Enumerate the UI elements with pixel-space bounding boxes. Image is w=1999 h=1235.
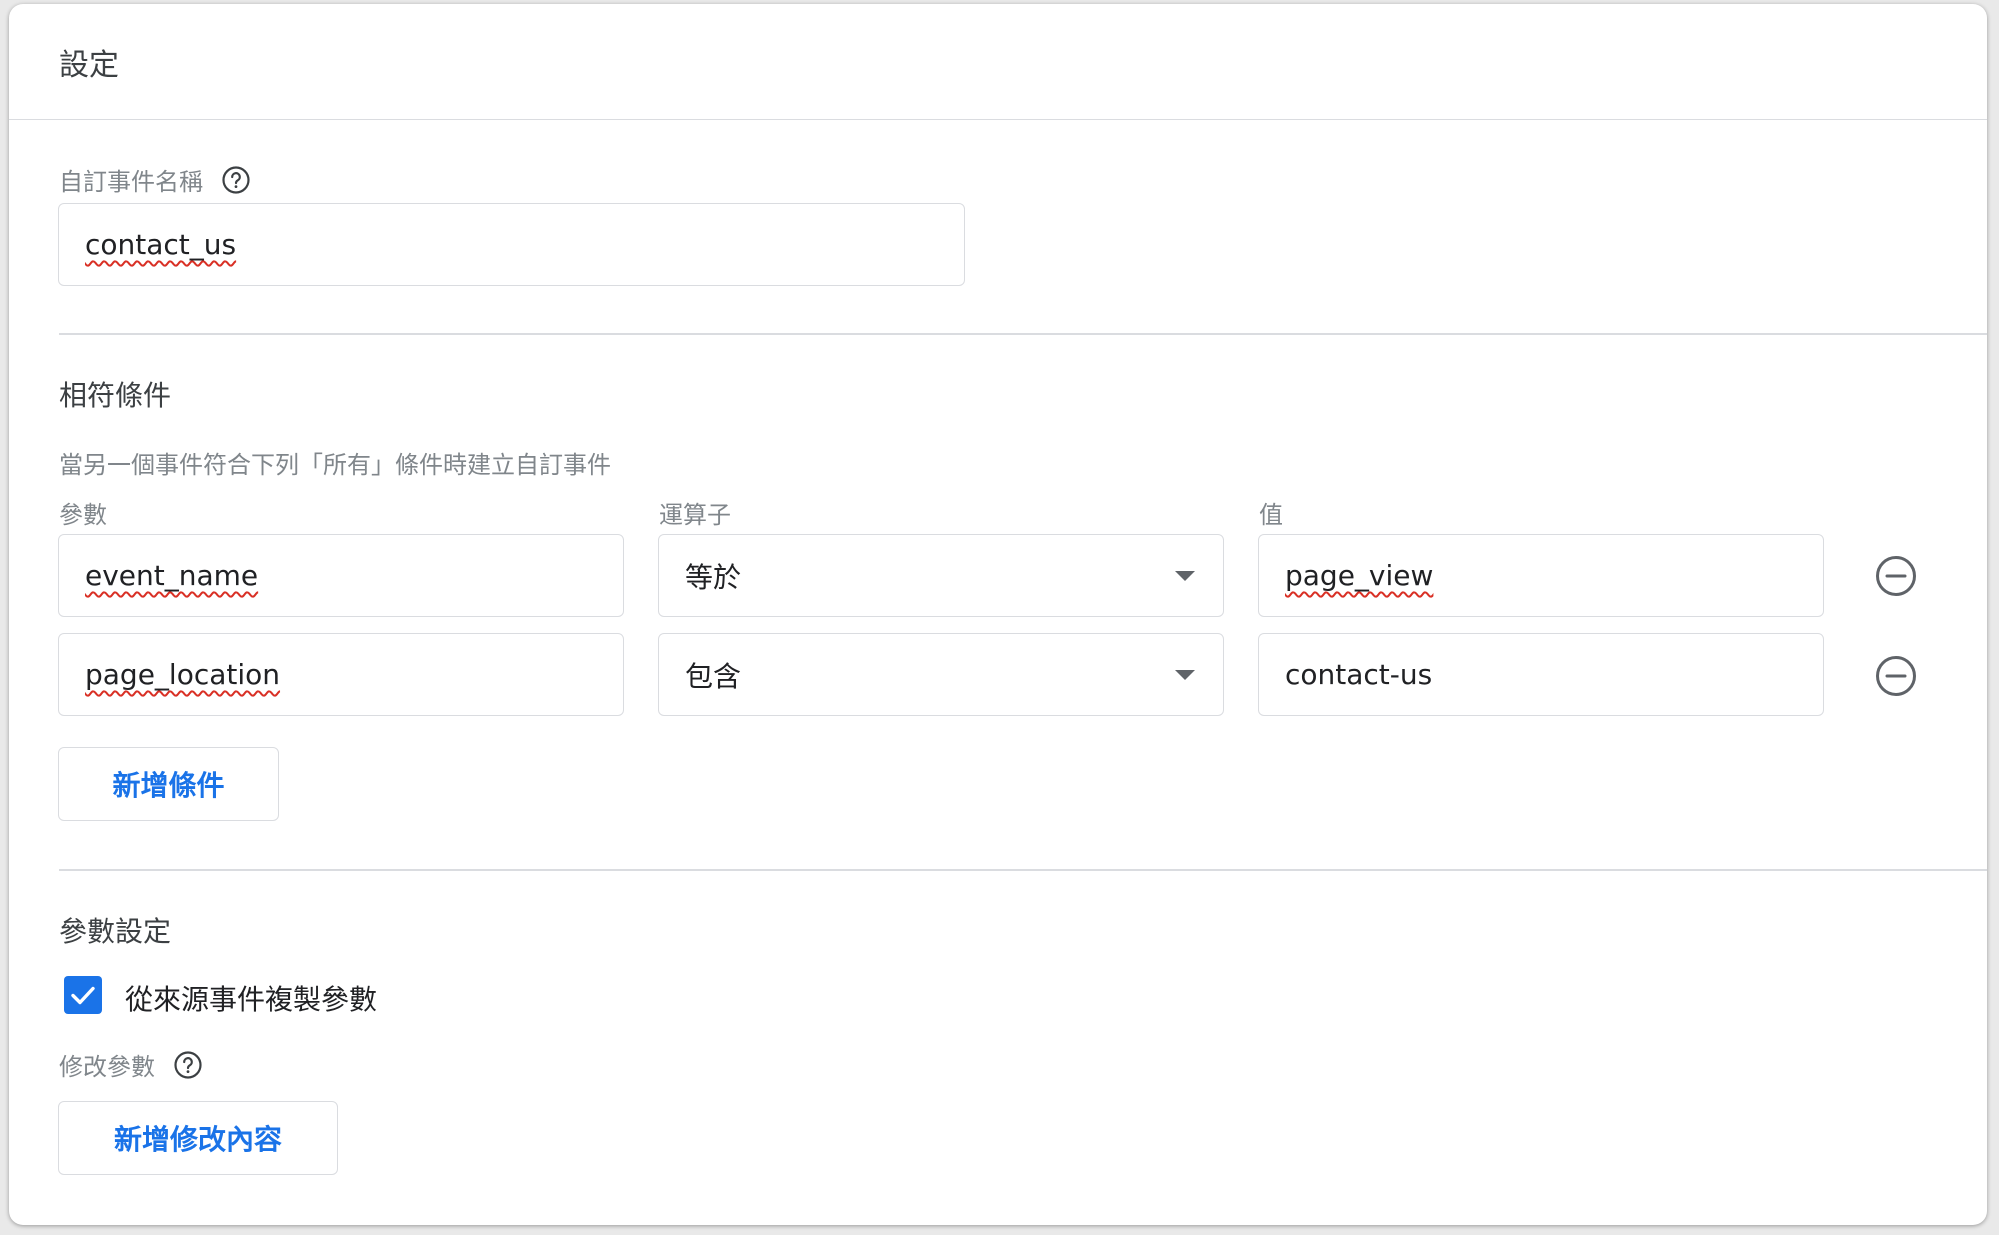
parameter-settings-title: 參數設定	[59, 915, 172, 948]
checkmark-icon	[71, 986, 95, 1005]
copy-params-label[interactable]: 從來源事件複製參數	[125, 978, 377, 1018]
add-modification-button[interactable]: 新增修改內容	[58, 1101, 338, 1175]
column-header-operator: 運算子	[659, 501, 731, 529]
modify-params-label-row: 修改參數	[59, 1047, 203, 1082]
matching-conditions-description: 當另一個事件符合下列「所有」條件時建立自訂事件	[59, 451, 611, 479]
condition-param-input[interactable]: event_name	[58, 534, 624, 617]
custom-event-name-input[interactable]: contact_us	[58, 203, 965, 286]
condition-operator-select[interactable]: 包含	[658, 633, 1224, 716]
condition-operator-value: 包含	[685, 659, 742, 693]
card-header: 設定	[9, 4, 1987, 120]
condition-param-value: event_name	[85, 559, 259, 592]
divider	[59, 333, 1987, 335]
custom-event-name-value: contact_us	[85, 228, 237, 261]
matching-conditions-title: 相符條件	[59, 379, 172, 412]
help-icon[interactable]	[173, 1050, 203, 1080]
condition-value-input[interactable]: page_view	[1258, 534, 1824, 617]
dropdown-arrow-icon	[1175, 570, 1195, 581]
dropdown-arrow-icon	[1175, 669, 1195, 680]
copy-params-checkbox[interactable]	[64, 976, 102, 1014]
condition-param-value: page_location	[85, 658, 281, 691]
column-header-value: 值	[1259, 501, 1283, 529]
condition-value-text: page_view	[1285, 559, 1434, 592]
custom-event-name-label: 自訂事件名稱	[59, 168, 203, 196]
condition-value-text: contact-us	[1285, 658, 1433, 691]
custom-event-label-row: 自訂事件名稱	[59, 162, 251, 197]
remove-condition-icon[interactable]	[1874, 554, 1918, 598]
divider	[59, 869, 1987, 871]
condition-operator-value: 等於	[685, 560, 742, 594]
add-condition-button[interactable]: 新增條件	[58, 747, 279, 821]
condition-param-input[interactable]: page_location	[58, 633, 624, 716]
modify-params-label: 修改參數	[59, 1053, 155, 1081]
condition-operator-select[interactable]: 等於	[658, 534, 1224, 617]
column-header-param: 參數	[59, 501, 107, 529]
condition-value-input[interactable]: contact-us	[1258, 633, 1824, 716]
help-icon[interactable]	[221, 165, 251, 195]
page-title: 設定	[59, 47, 119, 83]
remove-condition-icon[interactable]	[1874, 654, 1918, 698]
settings-card: 設定 自訂事件名稱 contact_us 相符條件 當另一個事件符合下列「所有」…	[9, 4, 1987, 1225]
